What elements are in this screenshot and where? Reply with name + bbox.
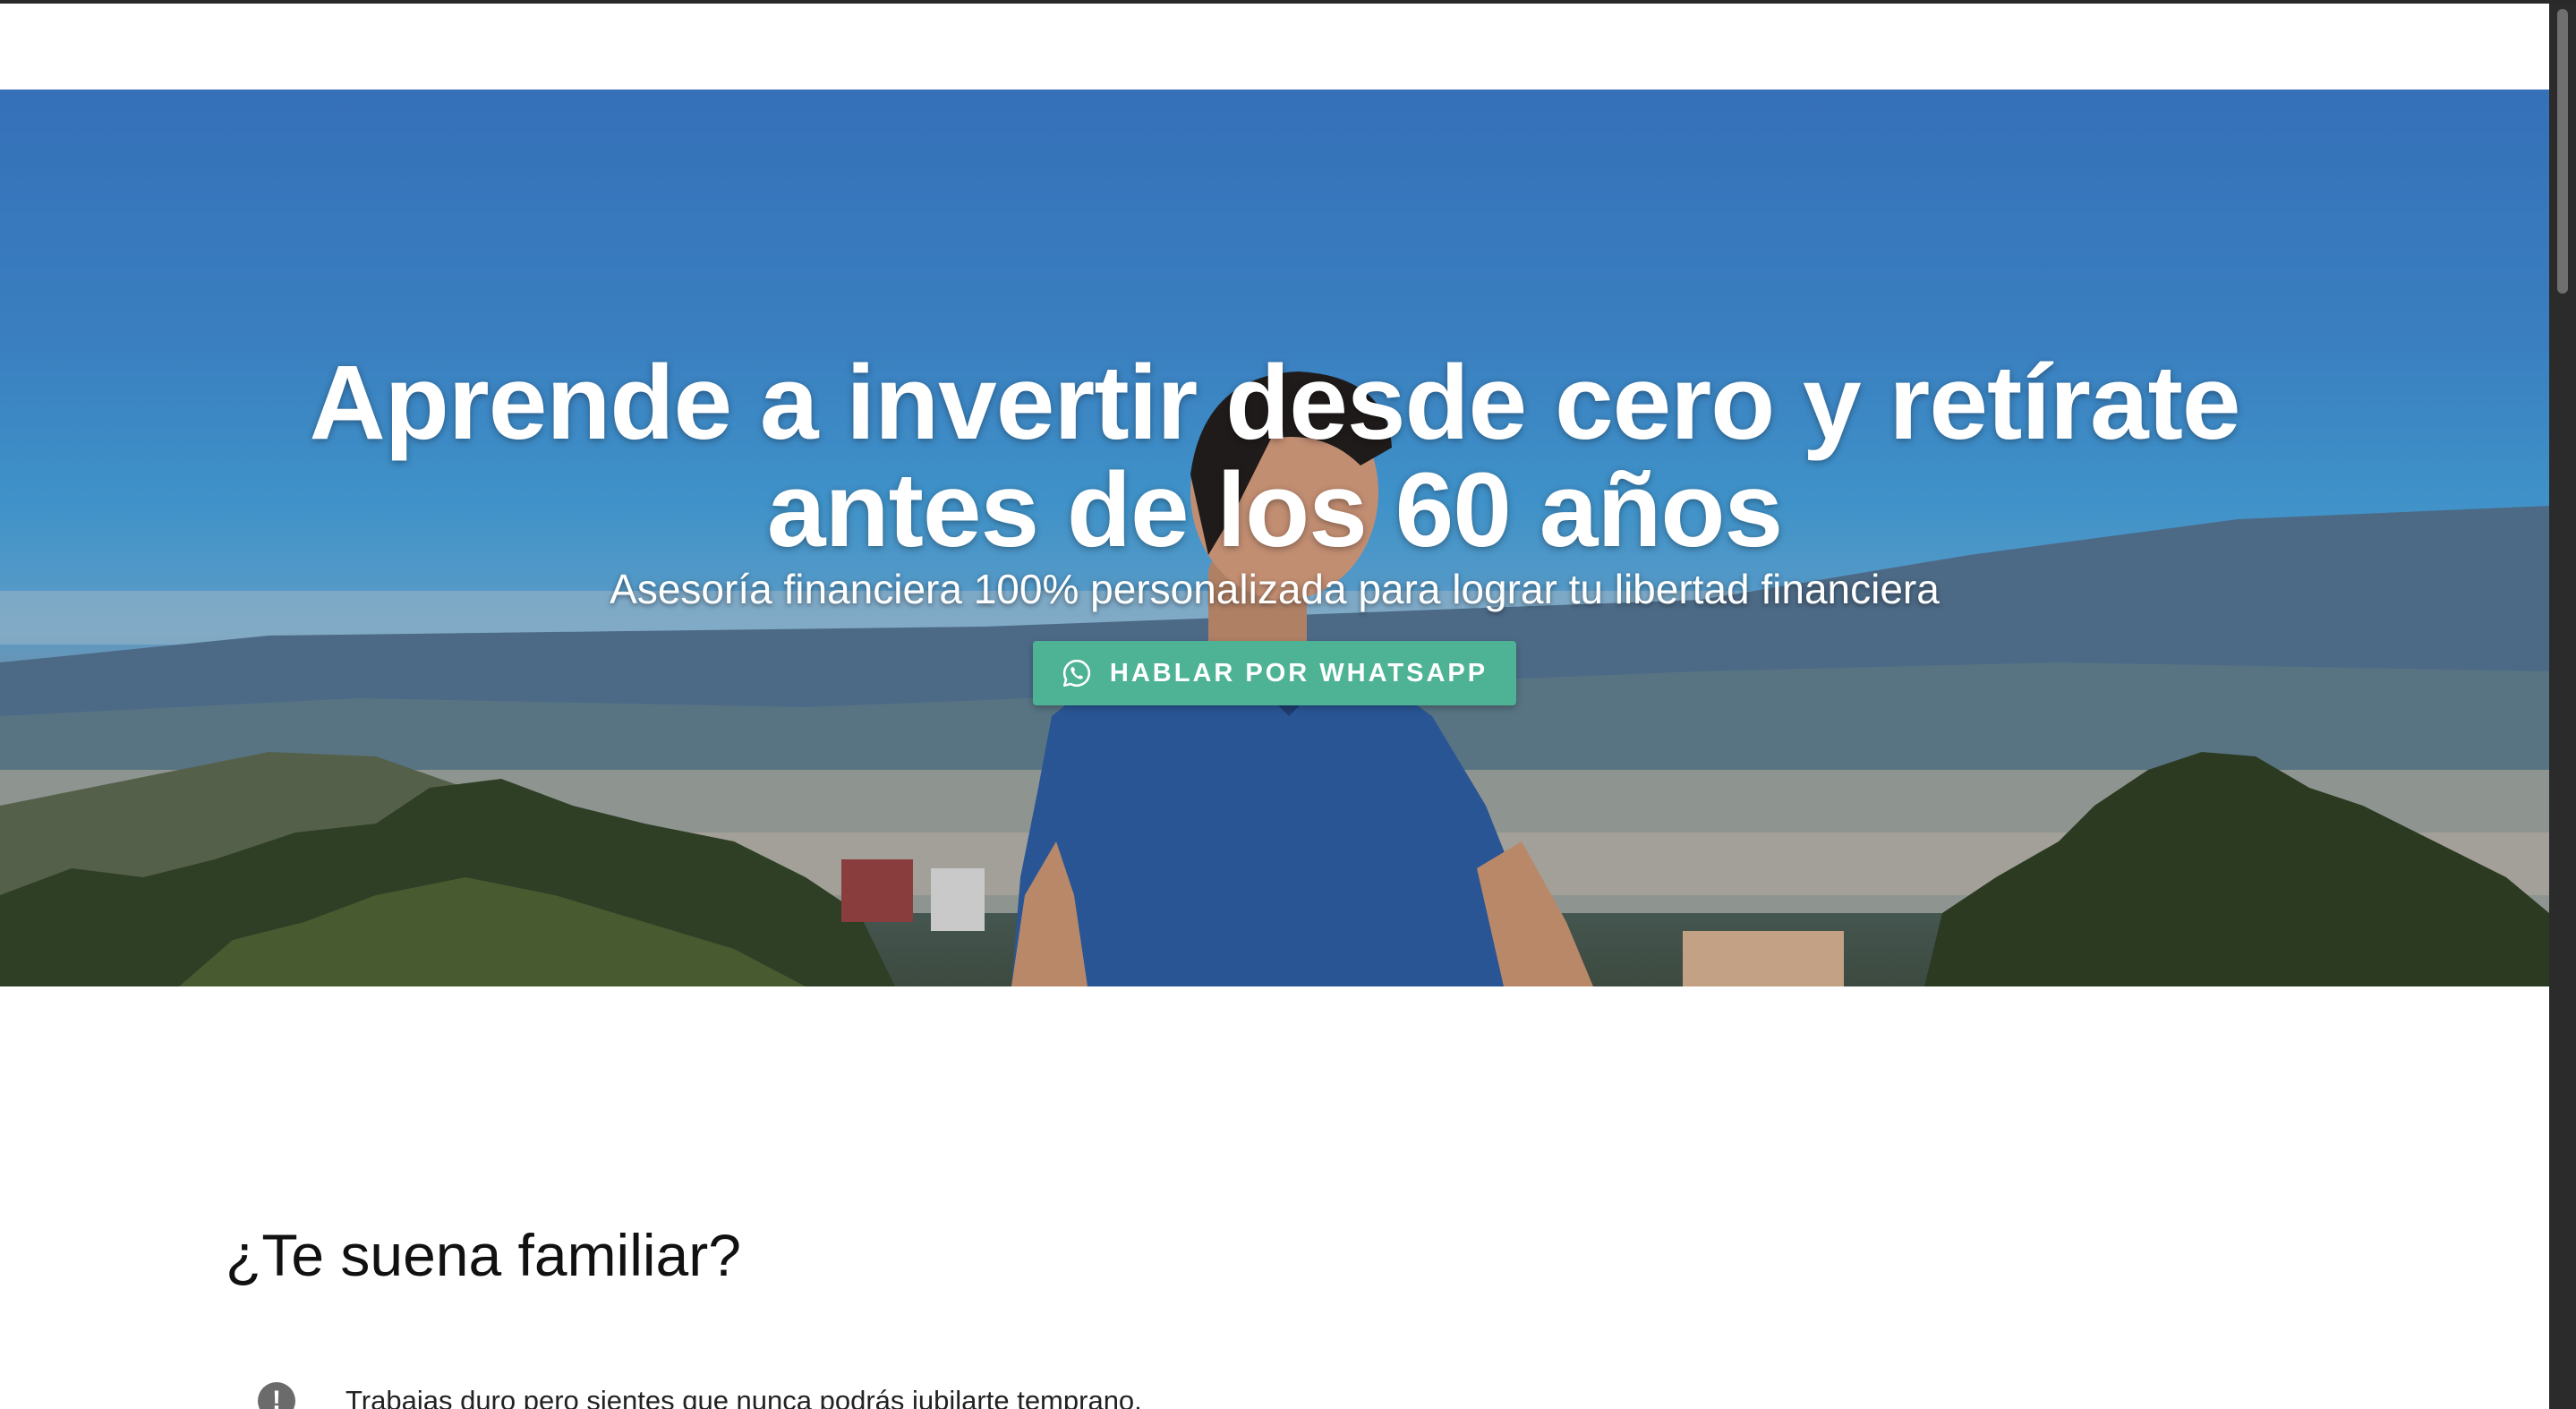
vertical-scrollbar[interactable] [2549,4,2576,1409]
list-item: ! Trabajas duro pero sientes que nunca p… [258,1382,1142,1409]
alert-circle-icon: ! [258,1382,295,1409]
hero-section: Aprende a invertir desde cero y retírate… [0,90,2549,986]
hero-content: Aprende a invertir desde cero y retírate… [0,349,2549,705]
hero-subtitle: Asesoría financiera 100% personalizada p… [610,566,1940,612]
list-item-text: Trabajas duro pero sientes que nunca pod… [345,1385,1142,1409]
top-bar [0,4,2549,90]
scrollbar-thumb[interactable] [2557,9,2568,294]
whatsapp-icon [1062,659,1090,687]
whatsapp-cta-button[interactable]: HABLAR POR WHATSAPP [1032,641,1517,705]
whatsapp-cta-label: HABLAR POR WHATSAPP [1109,658,1488,687]
page-viewport: Aprende a invertir desde cero y retírate… [0,4,2549,1409]
hero-title: Aprende a invertir desde cero y retírate… [309,344,2240,569]
familiar-heading: ¿Te suena familiar? [226,1222,741,1288]
